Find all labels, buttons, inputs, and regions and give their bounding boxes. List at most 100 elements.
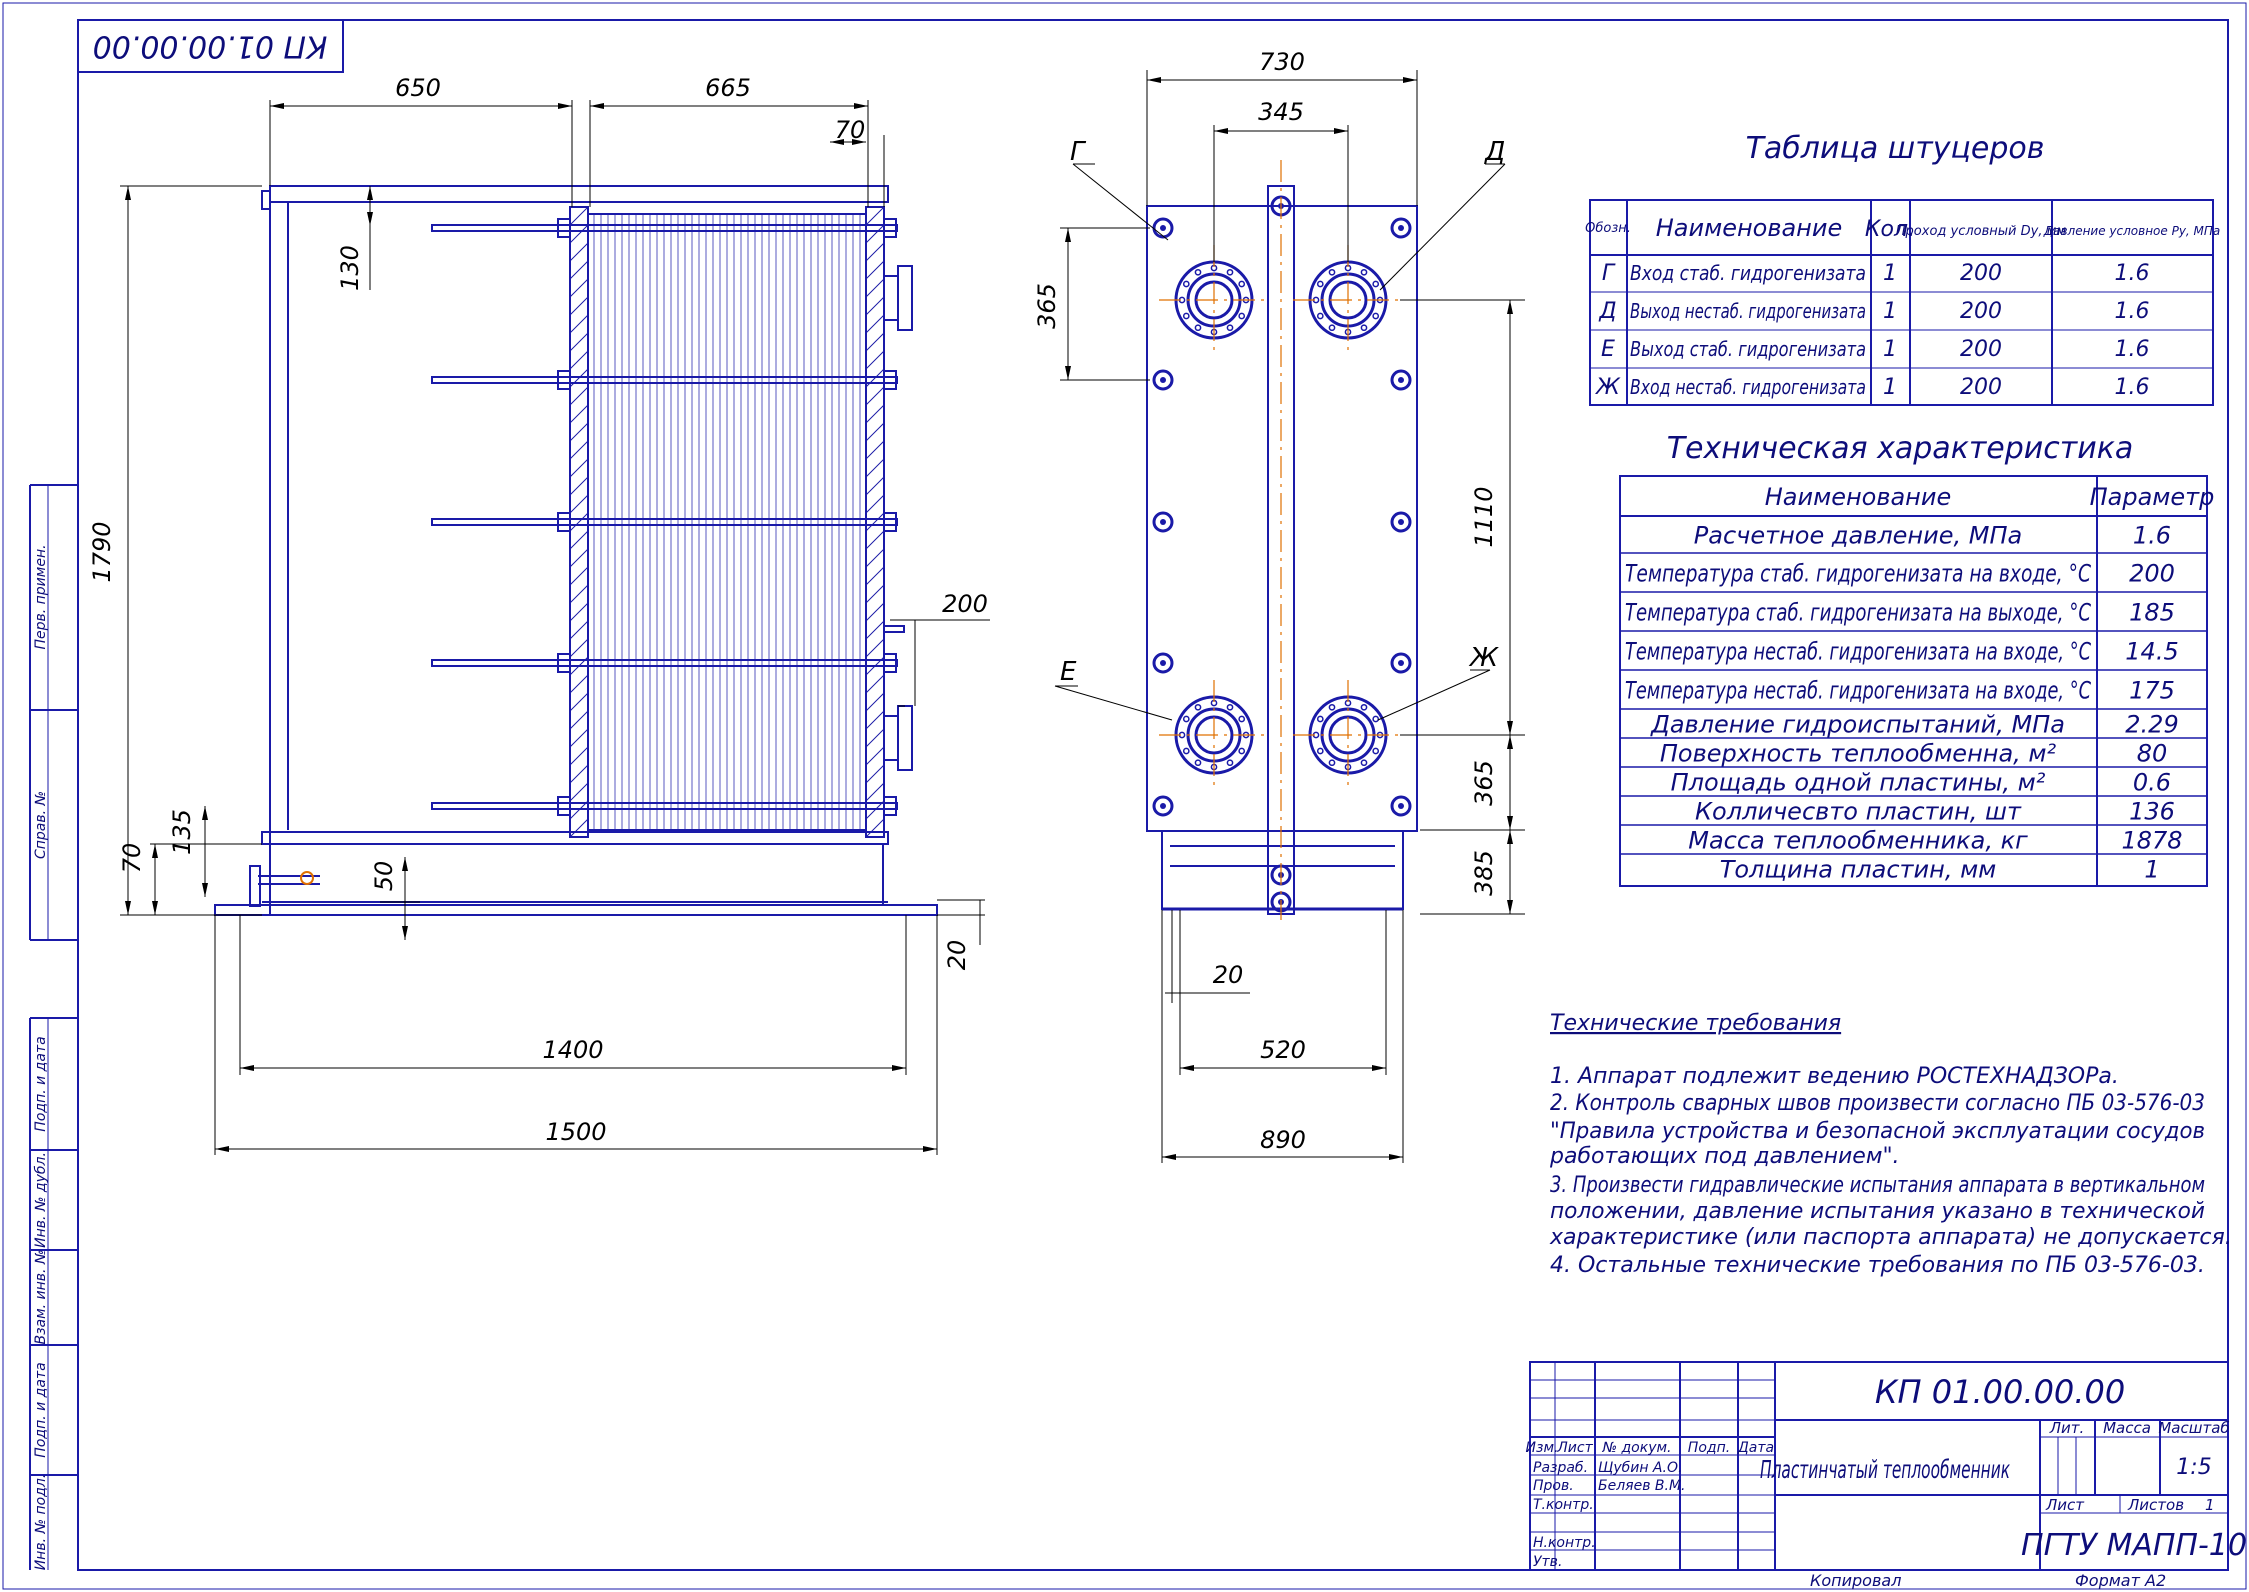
flange-hole [1372,312,1380,320]
dim-arrow [152,901,158,915]
dim-arrow [152,844,158,858]
flange-hole [1372,747,1380,755]
nozzle-cell: 1 [1883,299,1897,324]
nozzle-cell: 1 [1883,261,1897,286]
tb-developer: Щубин А.О. [1598,1460,1682,1476]
requirements: Технические требования 1. Аппарат подлеж… [1549,1011,2232,1278]
tech-cell-param: 2.29 [2125,711,2178,739]
dim-arrow [215,1146,229,1152]
dim-label: 520 [1260,1036,1306,1064]
rod-nut [557,796,571,816]
nozzle-cell: Д [1598,299,1616,324]
hatch-line [865,746,885,766]
side-strip-label: Подп. и дата [33,1362,49,1457]
nozzle-letter-zh: Ж [1468,643,1499,673]
tb-designation: КП 01.00.00.00 [1875,1373,2125,1411]
tb-col-header: № докум. [1601,1440,1671,1456]
hatch-line [865,638,885,658]
nozzle-table-title: Таблица штуцеров [1746,131,2045,166]
hatch-line [865,584,885,604]
nozzle-cell: 200 [1960,261,2002,286]
flange-hole [1194,703,1202,711]
tb-row-label: Утв. [1533,1554,1562,1570]
title-block: Изм.Лист № докум. Подп. ДатаРазраб.Пров.Т.к… [1526,1361,2247,1590]
tb-col-header: Дата [1737,1440,1774,1456]
flange-hole [1238,747,1246,755]
dim-arrow [590,103,604,109]
flange-hole [1194,759,1202,767]
dim-label: 20 [1213,961,1244,989]
hatch-line [569,782,589,802]
dim-arrow [202,883,208,897]
hatch-line [569,422,589,442]
tb-scale: 1:5 [2176,1455,2211,1480]
flange-hole [1226,759,1234,767]
tech-cell-param: 14.5 [2125,638,2178,666]
hatch-line [865,296,885,316]
drawing-sheet: КП 01.00.00.00 Перв. примен. Справ. № Подп… [2,2,2247,1590]
flange-hole [1238,715,1246,723]
nozzle-th-dn: Проход условный Dу, мм [1896,224,2067,239]
dim-label: 365 [1033,283,1061,329]
dim-label: 50 [370,861,398,892]
tech-table-title: Техническая характеристика [1667,431,2134,466]
hatch-line [569,278,589,298]
dim-label: 70 [118,843,146,874]
hatch-line [569,728,589,748]
hatch-line [569,602,589,622]
side-strip-label: Подп. и дата [33,1036,49,1131]
flange-hole [1238,280,1246,288]
dim-arrow [1507,721,1513,735]
dim-arrow [367,186,373,200]
rod-nut [557,653,571,673]
hatch-line [569,692,589,712]
tech-cell-name: Температура стаб. гидрогенизата на входе… [1625,560,2091,588]
tech-cell-param: 0.6 [2133,769,2171,797]
dim-arrow [125,901,131,915]
hatch-line [865,350,885,370]
hatch-line [569,746,589,766]
hatch-line [569,674,589,694]
dim-label: 730 [1259,48,1305,76]
requirement-line: 1. Аппарат подлежит ведению РОСТЕХНАДЗОР… [1550,1064,2119,1089]
tb-org: ПГТУ МАПП-10 [2021,1528,2247,1563]
hatch-line [865,404,885,424]
flange-hole [1372,715,1380,723]
side-nozzle-top [883,265,913,331]
nozzle-cell: Ж [1594,375,1621,400]
hatch-line [569,440,589,460]
nozzle-th-pn: Давление условное Pу, МПа [2043,224,2221,238]
dim-arrow [1147,77,1161,83]
dim-arrow [1065,228,1071,242]
hatch-line [865,530,885,550]
hatch-line [569,764,589,784]
hatch-line [865,548,885,568]
dim-arrow [1162,1154,1176,1160]
dim-arrow [1507,900,1513,914]
tech-cell-param: 185 [2129,599,2175,627]
tech-cell-param: 136 [2129,798,2175,826]
nozzle-cell: 1.6 [2115,337,2150,362]
tb-mass-label: Масса [2103,1419,2151,1437]
side-view [214,185,938,916]
dim-arrow [558,103,572,109]
nozzle-cell: Выход нестаб. гидрогенизата [1630,299,1866,323]
hatch-line [569,476,589,496]
hatch-line [569,494,589,514]
dim-label: 1790 [88,521,116,582]
flange-hole [1360,703,1368,711]
designation-stamp-text: КП 01.00.00.00 [93,29,328,64]
dim-label: 70 [835,116,866,144]
requirement-line: положении, давление испытания указано в … [1550,1199,2205,1224]
flange-hole [1328,759,1336,767]
requirement-line: "Правила устройства и безопасной эксплуа… [1550,1119,2205,1144]
nozzle-cell: Выход стаб. гидрогенизата [1630,337,1866,361]
dim-arrow [240,1065,254,1071]
tb-sheets: 1 [2205,1496,2215,1514]
dim-label: 200 [942,590,988,618]
flange-hole [1226,324,1234,332]
hatch-line [865,260,885,280]
tb-sheet-label: Лист [2045,1496,2085,1514]
requirement-line: 2. Контроль сварных швов произвести согл… [1550,1091,2205,1116]
nozzle-th-obozn: Обозн. [1585,221,1631,236]
